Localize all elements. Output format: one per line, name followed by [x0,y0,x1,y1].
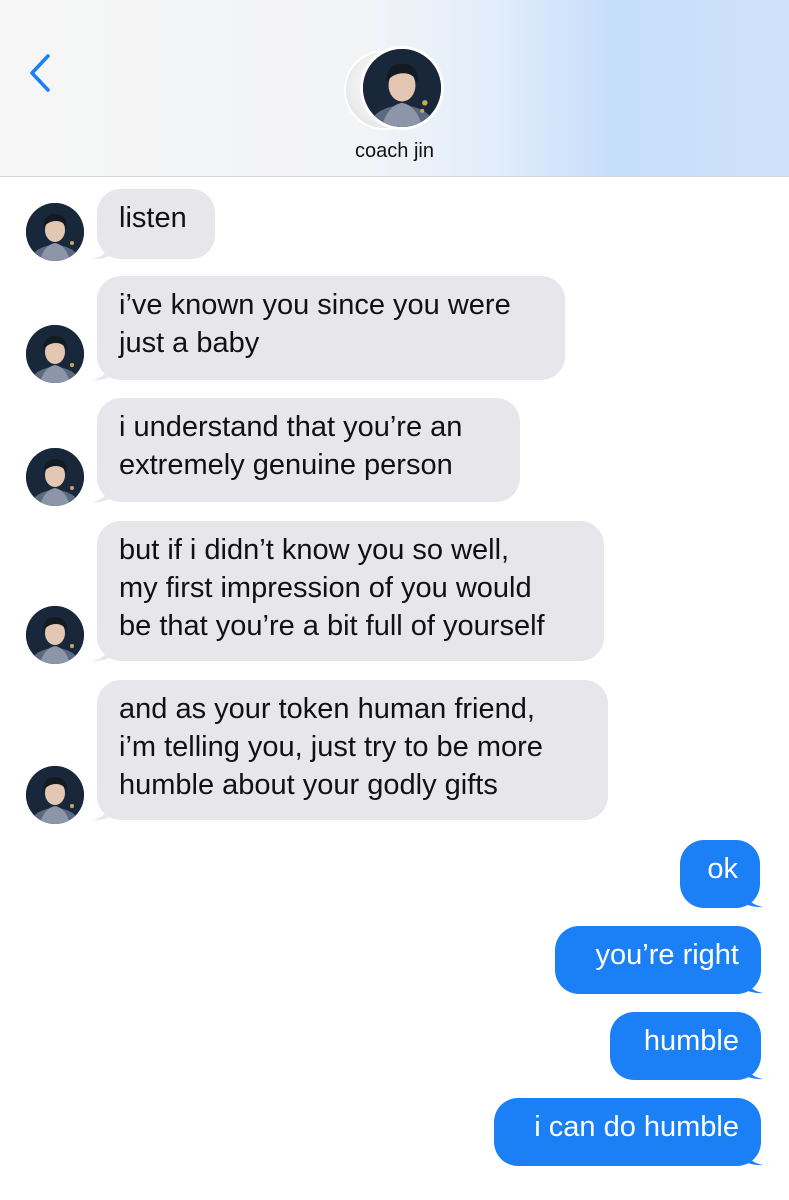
sender-avatar[interactable] [26,325,84,383]
message-text: listen [119,202,187,234]
conversation-header: coach jin [0,0,789,177]
contact-name[interactable]: coach jin [0,140,789,163]
message-bubble-incoming[interactable]: but if i didn’t know you so well, my fir… [97,521,604,661]
chevron-left-icon [30,54,50,92]
sender-avatar[interactable] [26,606,84,664]
message-text-line: extremely genuine person [119,449,453,481]
sender-avatar[interactable] [26,766,84,824]
message-text: i can do humble [534,1111,739,1143]
message-text-line: and as your token human friend, [119,693,535,725]
message-bubble-outgoing[interactable]: i can do humble [494,1098,761,1166]
sender-avatar[interactable] [26,203,84,261]
message-text-line: humble about your godly gifts [119,769,498,801]
message-text-line: my first impression of you would [119,572,532,604]
message-text: you’re right [595,939,739,971]
message-bubble-outgoing[interactable]: humble [610,1012,761,1080]
contact-avatar [360,46,444,130]
message-text-line: but if i didn’t know you so well, [119,534,510,566]
back-button[interactable] [22,50,58,96]
message-bubble-outgoing[interactable]: you’re right [555,926,761,994]
message-text-line: just a baby [119,327,260,359]
message-text-line: be that you’re a bit full of yourself [119,610,545,642]
message-text: ok [707,853,738,885]
message-text-line: i’ve known you since you were [119,289,511,321]
message-text-line: i’m telling you, just try to be more [119,731,543,763]
message-text: humble [643,1025,739,1057]
message-bubble-incoming[interactable]: i understand that you’re an extremely ge… [97,398,520,502]
message-bubble-outgoing[interactable]: ok [680,840,760,908]
message-bubble-incoming[interactable]: and as your token human friend, i’m tell… [97,680,608,820]
sender-avatar[interactable] [26,448,84,506]
message-text-line: i understand that you’re an [119,411,463,443]
contact-avatar-group[interactable] [344,46,448,130]
message-bubble-incoming[interactable]: listen [97,189,215,259]
message-bubble-incoming[interactable]: i’ve known you since you were just a bab… [97,276,565,380]
